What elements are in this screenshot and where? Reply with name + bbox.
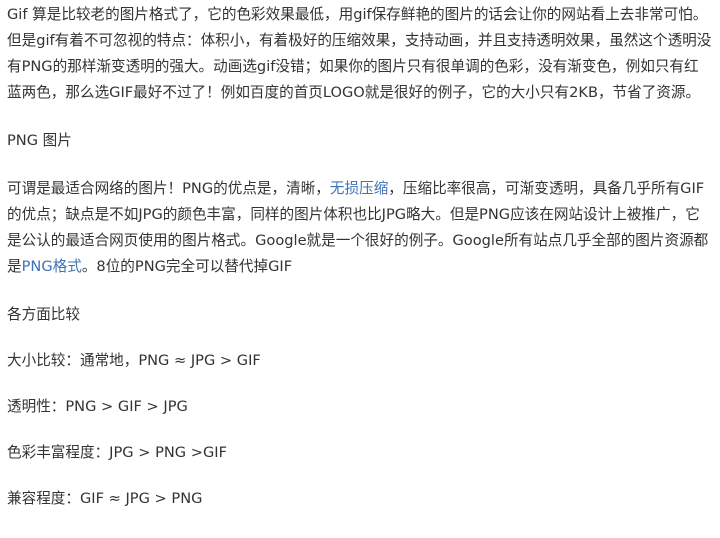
comparison-heading: 各方面比较 — [7, 306, 80, 323]
png-paragraph: 可谓是最适合网络的图片！PNG的优点是，清晰，无损压缩，压缩比率很高，可渐变透明… — [7, 176, 712, 280]
png-heading: PNG 图片 — [7, 132, 72, 149]
gif-paragraph: Gif 算是比较老的图片格式了，它的色彩效果最低，用gif保存鲜艳的图片的话会让… — [7, 6, 712, 101]
article-content: Gif 算是比较老的图片格式了，它的色彩效果最低，用gif保存鲜艳的图片的话会让… — [0, 2, 720, 512]
transparency-comparison: 透明性：PNG > GIF > JPG — [7, 398, 188, 415]
png-paragraph-text-1: 可谓是最适合网络的图片！PNG的优点是，清晰， — [7, 180, 330, 197]
png-paragraph-text-3: 。8位的PNG完全可以替代掉GIF — [81, 258, 293, 275]
size-comparison: 大小比较：通常地，PNG ≈ JPG > GIF — [7, 352, 261, 369]
lossless-compression-link[interactable]: 无损压缩 — [330, 180, 388, 197]
color-richness-comparison: 色彩丰富程度：JPG > PNG >GIF — [7, 444, 227, 461]
compatibility-comparison: 兼容程度：GIF ≈ JPG > PNG — [7, 490, 203, 507]
png-format-link[interactable]: PNG格式 — [22, 258, 82, 275]
